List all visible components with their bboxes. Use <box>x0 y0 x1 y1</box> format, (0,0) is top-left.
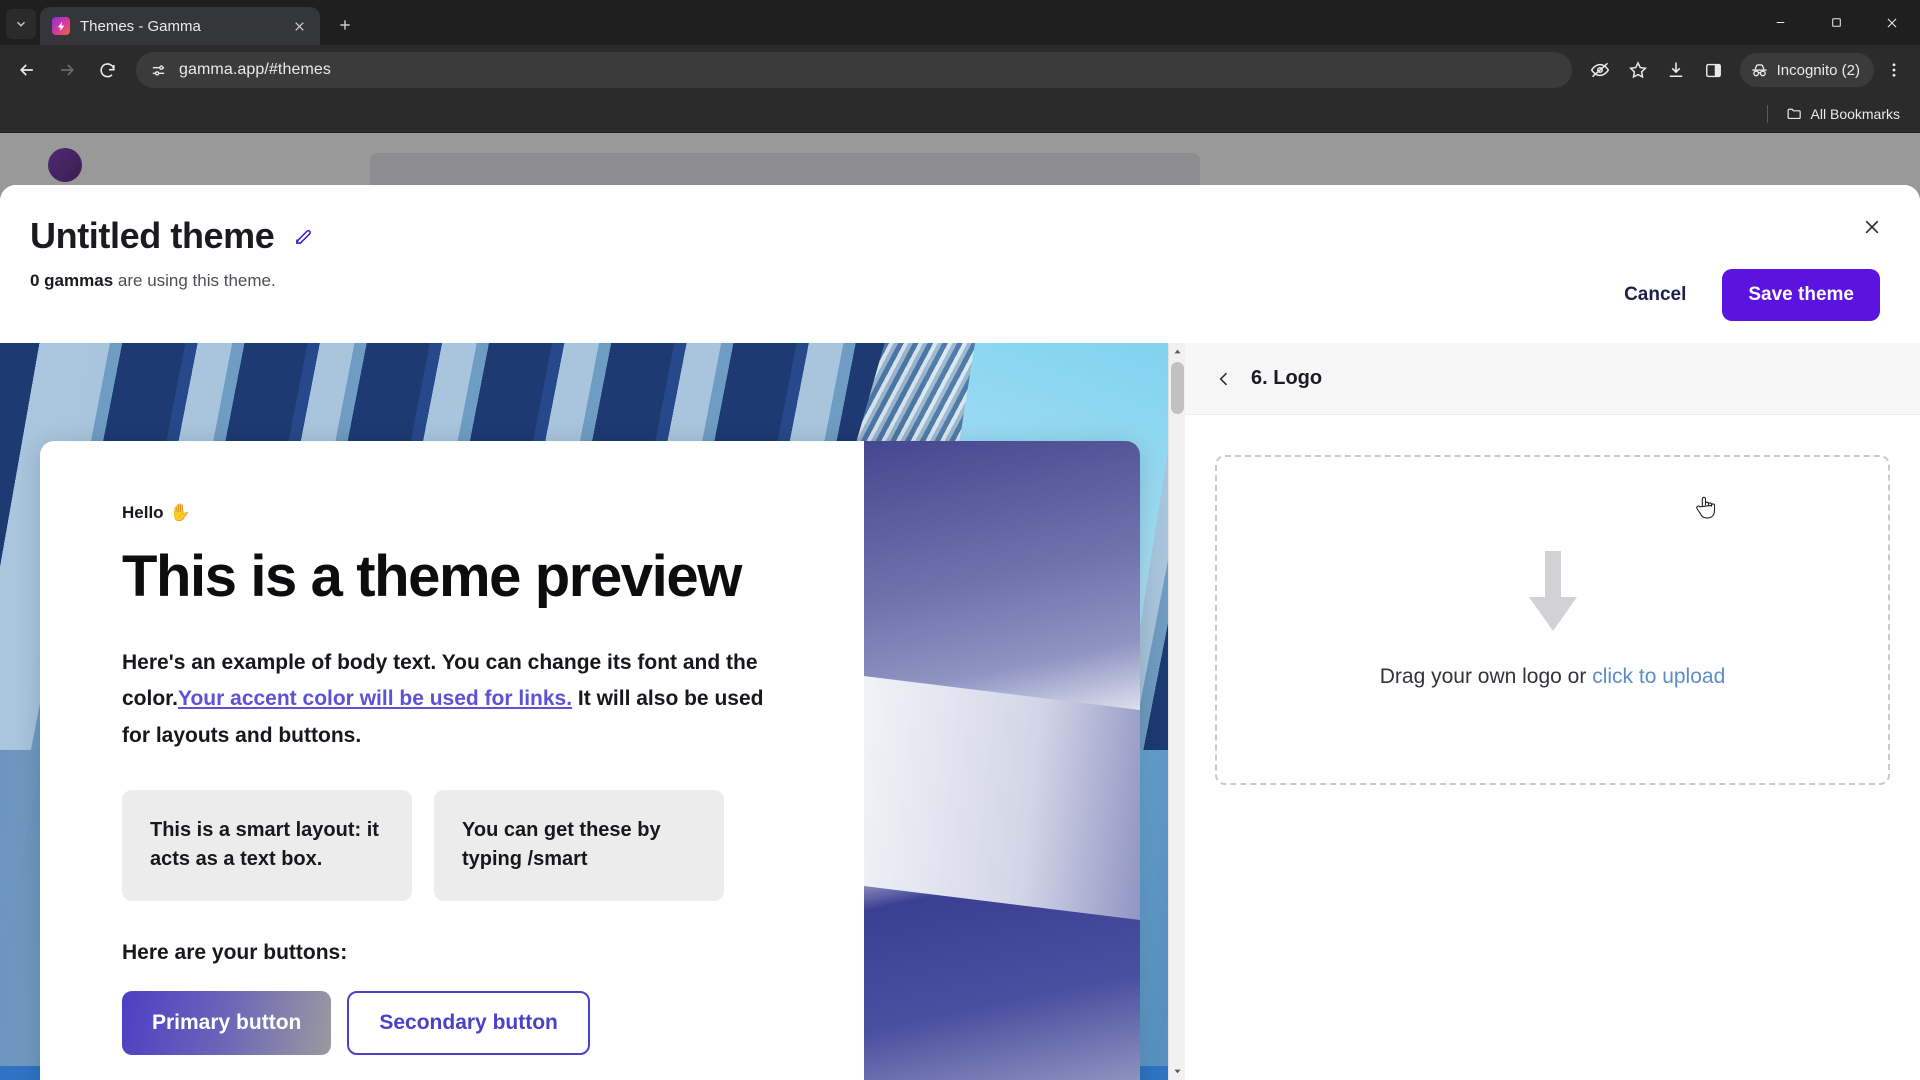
downloads-icon[interactable] <box>1658 52 1694 88</box>
preview-accent-link[interactable]: Your accent color will be used for links… <box>178 687 572 710</box>
settings-section-title: 6. Logo <box>1251 367 1323 389</box>
preview-hello-text: Hello <box>122 503 164 522</box>
settings-content: Drag your own logo or click to upload <box>1185 415 1920 1080</box>
modal-actions: Cancel Save theme <box>1602 269 1880 321</box>
preview-body-text: Here's an example of body text. You can … <box>122 645 782 753</box>
back-button[interactable] <box>8 51 46 89</box>
tab-close-button[interactable] <box>288 15 310 37</box>
tab-strip: Themes - Gamma <box>0 0 1920 45</box>
chevron-left-icon <box>1219 372 1228 385</box>
maximize-icon <box>1831 18 1841 27</box>
window-close-button[interactable] <box>1864 0 1920 45</box>
preview-smart-layout-row: This is a smart layout: it acts as a tex… <box>122 789 806 901</box>
theme-editor-modal: Untitled theme 0 gammas are using this t… <box>0 185 1920 1080</box>
browser-toolbar: gamma.app/#themes Incognito (2) <box>0 45 1920 95</box>
page-viewport: Untitled theme 0 gammas are using this t… <box>0 133 1920 1080</box>
preview-buttons-label: Here are your buttons: <box>122 940 348 964</box>
page-title: Untitled theme <box>30 215 275 256</box>
preview-card-text: Hello ✋ This is a theme preview Here's a… <box>40 441 864 1080</box>
preview-smart-box: This is a smart layout: it acts as a tex… <box>122 789 412 901</box>
preview-primary-button[interactable]: Primary button <box>122 990 332 1055</box>
preview-buttons-row: Primary button Secondary button <box>122 990 806 1055</box>
theme-title-row: Untitled theme <box>30 215 1880 257</box>
close-icon <box>294 21 304 31</box>
bookmarks-bar: All Bookmarks <box>0 95 1920 133</box>
new-tab-button[interactable] <box>328 8 362 42</box>
arrow-left-icon <box>19 64 33 76</box>
browser-window: Themes - Gamma gamma.app/#themes Incogni… <box>0 0 1920 1080</box>
reload-icon <box>99 62 115 77</box>
scrollbar-thumb[interactable] <box>1171 362 1184 414</box>
chevron-up-icon <box>1174 349 1181 354</box>
all-bookmarks-button[interactable]: All Bookmarks <box>1778 101 1908 126</box>
folder-icon <box>1787 108 1801 120</box>
address-bar-url: gamma.app/#themes <box>179 61 332 78</box>
preview-secondary-button[interactable]: Secondary button <box>347 990 590 1055</box>
theme-preview-card: Hello ✋ This is a theme preview Here's a… <box>40 441 1140 1080</box>
modal-body: Hello ✋ This is a theme preview Here's a… <box>0 343 1920 1080</box>
theme-usage-suffix: are using this theme. <box>113 271 276 290</box>
chevron-down-icon <box>1174 1069 1181 1074</box>
arrow-down-icon <box>1528 551 1577 631</box>
chevron-down-icon <box>17 21 25 27</box>
address-bar[interactable]: gamma.app/#themes <box>136 52 1572 88</box>
edit-theme-name-button[interactable] <box>290 223 316 249</box>
plus-icon <box>340 20 350 30</box>
preview-scrollbar[interactable] <box>1168 343 1185 1080</box>
profile-incognito-button[interactable]: Incognito (2) <box>1739 53 1874 87</box>
profile-label: Incognito (2) <box>1776 61 1860 79</box>
close-icon <box>1865 220 1879 234</box>
tab-title: Themes - Gamma <box>80 17 201 35</box>
dropzone-text: Drag your own logo or click to upload <box>1380 665 1726 689</box>
tab-search-button[interactable] <box>6 9 36 39</box>
cancel-button[interactable]: Cancel <box>1602 270 1708 320</box>
chrome-menu-icon[interactable] <box>1876 52 1912 88</box>
side-panel-icon[interactable] <box>1696 52 1732 88</box>
scrollbar-down-button[interactable] <box>1169 1063 1185 1080</box>
preview-smart-box: You can get these by typing /smart <box>434 789 724 901</box>
settings-header: 6. Logo <box>1185 343 1920 415</box>
logo-dropzone[interactable]: Drag your own logo or click to upload <box>1215 455 1890 785</box>
preview-card-image <box>864 441 1140 1080</box>
reload-button[interactable] <box>88 51 126 89</box>
dropzone-text-prefix: Drag your own logo or <box>1379 665 1593 688</box>
modal-header: Untitled theme 0 gammas are using this t… <box>0 185 1920 343</box>
edit-pencil-icon <box>295 229 311 244</box>
window-maximize-button[interactable] <box>1808 0 1864 45</box>
bookmarks-divider <box>1766 104 1768 123</box>
theme-preview-pane: Hello ✋ This is a theme preview Here's a… <box>0 343 1185 1080</box>
bookmark-star-icon[interactable] <box>1620 52 1656 88</box>
modal-close-button[interactable] <box>1854 209 1890 245</box>
incognito-icon <box>1750 61 1769 80</box>
preview-hello-line: Hello ✋ <box>122 503 806 523</box>
tracking-protection-icon[interactable] <box>1582 52 1618 88</box>
scrollbar-up-button[interactable] <box>1169 343 1185 360</box>
preview-heading: This is a theme preview <box>122 544 742 609</box>
window-minimize-button[interactable] <box>1752 0 1808 45</box>
gamma-logo-icon <box>52 17 70 35</box>
forward-button[interactable] <box>48 51 86 89</box>
waving-hand-emoji-icon: ✋ <box>169 503 191 522</box>
window-controls <box>1752 0 1920 45</box>
site-info-icon[interactable] <box>150 62 167 79</box>
all-bookmarks-label: All Bookmarks <box>1810 105 1900 122</box>
settings-back-button[interactable] <box>1211 366 1237 392</box>
close-icon <box>1887 18 1897 27</box>
arrow-right-icon <box>61 64 75 76</box>
minimize-icon <box>1776 22 1784 23</box>
theme-usage-count: 0 gammas <box>30 271 114 290</box>
click-to-upload-link[interactable]: click to upload <box>1592 665 1725 688</box>
save-theme-button[interactable]: Save theme <box>1722 269 1880 321</box>
browser-tab-themes-gamma[interactable]: Themes - Gamma <box>40 7 320 45</box>
theme-settings-pane: 6. Logo Drag your own logo or click to u… <box>1185 343 1920 1080</box>
